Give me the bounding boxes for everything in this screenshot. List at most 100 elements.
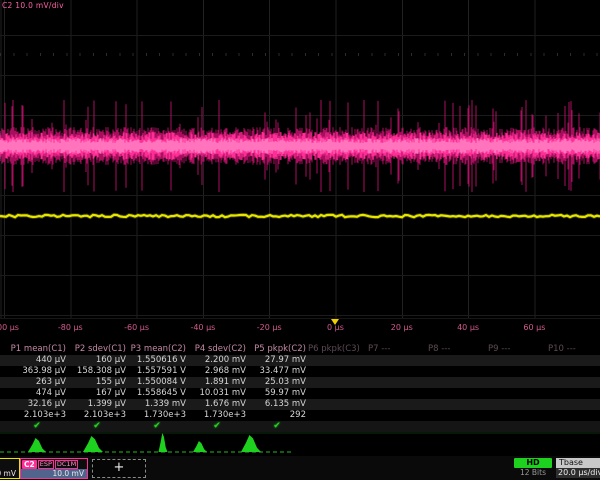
measure-header-9[interactable]: P9 --- [488,344,546,355]
measure-status-10 [548,421,600,432]
table-header-row: P1 mean(C1)P2 sdev(C1)P3 mean(C2)P4 sdev… [0,344,600,355]
measure-value: 32.16 µV [8,399,66,410]
measure-value [488,377,546,388]
measure-value: 292 [248,410,306,421]
measure-value: 1.550616 V [128,355,186,366]
measure-value [368,388,426,399]
measure-value [368,399,426,410]
measure-value [488,388,546,399]
axis-label: -80 µs [46,323,94,332]
c1-volts-per-div: 10.0 mV [0,469,19,478]
timebase-axis: -100 µs-80 µs-60 µs-40 µs-20 µs0 µs20 µs… [0,318,600,335]
measure-header-2[interactable]: P2 sdev(C1) [68,344,126,355]
measure-value [488,410,546,421]
measure-value [488,399,546,410]
measure-value [428,366,486,377]
measure-value: 1.676 mV [188,399,246,410]
measure-header-1[interactable]: P1 mean(C1) [8,344,66,355]
axis-label: 60 µs [510,323,558,332]
measure-value [488,355,546,366]
measure-value [308,377,366,388]
measure-value [308,410,366,421]
measure-value [308,388,366,399]
table-row: 474 µV167 µV1.558645 V10.031 mV59.97 mV [0,388,600,399]
channel-c2-descriptor[interactable]: C2 ESP DC1M 10.0 mV [20,458,88,479]
measure-status-8 [428,421,486,432]
measure-header-10[interactable]: P10 --- [548,344,600,355]
measure-value: 59.97 mV [248,388,306,399]
timebase-descriptor[interactable]: Tbase 20.0 µs/div [556,458,600,478]
table-row: 2.103e+32.103e+31.730e+31.730e+3292 [0,410,600,421]
histogram-peak [28,438,46,452]
measure-value: 1.730e+3 [188,410,246,421]
status-check-icon: ✔ [128,421,186,432]
measure-status-9 [488,421,546,432]
waveform-canvas [0,0,600,318]
oscilloscope-screen: C2 10.0 mV/div -100 µs-80 µs-60 µs-40 µs… [0,0,600,480]
c2-coupling-badge: DC1M [55,460,78,469]
measure-value [368,377,426,388]
measure-status-6 [308,421,366,432]
descriptor-bar: C1 DC1M 10.0 mV C2 ESP DC1M 10.0 mV + HD… [0,456,600,480]
hd-mode-indicator[interactable]: HD 12 Bits [514,458,552,477]
measure-value: 474 µV [8,388,66,399]
measure-header-8[interactable]: P8 --- [428,344,486,355]
add-trace-button[interactable]: + [92,459,146,478]
bits-label: 12 Bits [514,468,552,477]
measure-header-4[interactable]: P4 sdev(C2) [188,344,246,355]
tbase-value: 20.0 µs/div [556,468,600,478]
measure-value: 167 µV [68,388,126,399]
hd-badge: HD [514,458,552,468]
measure-value [428,355,486,366]
measure-value [488,366,546,377]
measure-value [548,410,600,421]
measure-value: 2.200 mV [188,355,246,366]
measure-value [308,399,366,410]
measure-value: 1.891 mV [188,377,246,388]
measure-value: 1.557591 V [128,366,186,377]
measure-header-5[interactable]: P5 pkpk(C2) [248,344,306,355]
status-check-icon: ✔ [8,421,66,432]
axis-label: 40 µs [444,323,492,332]
measure-header-6[interactable]: P6 pkpk(C3) [308,344,366,355]
measure-header-3[interactable]: P3 mean(C2) [128,344,186,355]
measure-value [548,366,600,377]
tbase-label: Tbase [556,458,600,468]
measure-header-7[interactable]: P7 --- [368,344,426,355]
measure-value: 1.550084 V [128,377,186,388]
waveform-grid: C2 10.0 mV/div [0,0,600,318]
measure-value [548,377,600,388]
measure-value [428,399,486,410]
measure-status-5: ✔ [248,421,306,432]
measure-status-2: ✔ [68,421,126,432]
measure-status-7 [368,421,426,432]
table-row: 263 µV155 µV1.550084 V1.891 mV25.03 mV [0,377,600,388]
measure-value [548,355,600,366]
status-check-icon: ✔ [248,421,306,432]
measure-value [368,410,426,421]
table-row: 363.98 µV158.308 µV1.557591 V2.968 mV33.… [0,366,600,377]
channel-c1-descriptor[interactable]: C1 DC1M 10.0 mV [0,458,20,479]
table-row: 32.16 µV1.399 µV1.339 mV1.676 mV6.135 mV [0,399,600,410]
axis-label: -60 µs [113,323,161,332]
measure-value [428,410,486,421]
measure-value [368,366,426,377]
measure-value: 1.339 mV [128,399,186,410]
histogram-peak [193,441,207,452]
trace-label: C2 10.0 mV/div [2,1,64,10]
axis-label: 0 µs [312,323,360,332]
measure-status-4: ✔ [188,421,246,432]
measure-status-1: ✔ [8,421,66,432]
histogram-peak [159,433,168,452]
measure-value: 33.477 mV [248,366,306,377]
c2-volts-per-div: 10.0 mV [21,469,87,478]
measure-value: 27.97 mV [248,355,306,366]
measure-value [428,388,486,399]
measure-value: 1.558645 V [128,388,186,399]
measure-value: 10.031 mV [188,388,246,399]
histogram-peak [83,436,103,452]
measure-value: 2.103e+3 [68,410,126,421]
status-check-icon: ✔ [68,421,126,432]
table-status-row: ✔✔✔✔✔ [0,421,600,432]
c2-badge: C2 [22,460,37,469]
